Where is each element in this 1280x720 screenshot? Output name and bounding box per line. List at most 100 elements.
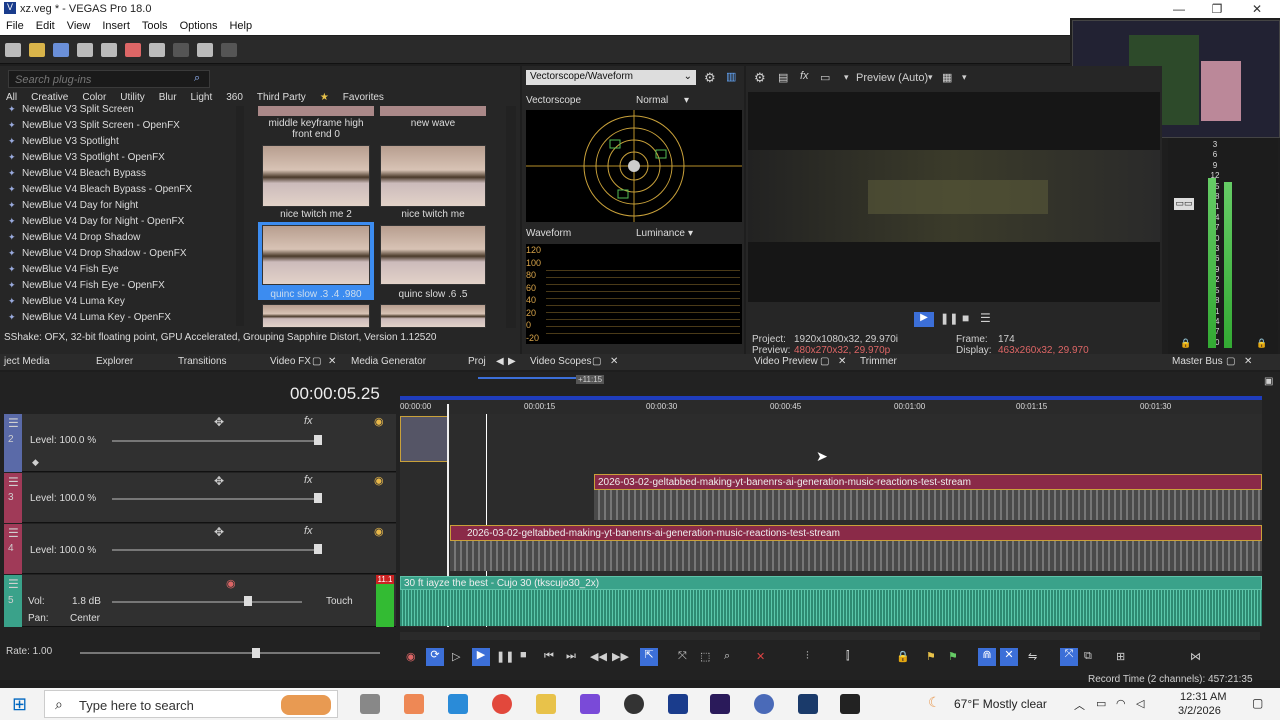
level-slider[interactable] [112,498,322,500]
list-item[interactable]: NewBlue V4 Day for Night - OpenFX [6,216,246,232]
list-item[interactable]: NewBlue V4 Drop Shadow - OpenFX [6,248,246,264]
tab-master-bus[interactable]: Master Bus [1172,356,1223,367]
preset-thumb[interactable] [258,106,374,116]
lock-icon[interactable]: 🔒 [1180,338,1191,349]
edge-icon[interactable] [448,694,468,714]
split-icon[interactable]: ⫶ [806,650,809,663]
auto-crossfade-icon[interactable]: ✕ [1000,648,1018,666]
ignore-grouping-icon[interactable]: ⧉ [1084,650,1092,663]
list-item[interactable]: NewBlue V3 Split Screen - OpenFX [6,120,246,136]
list-item[interactable]: NewBlue V3 Split Screen [6,104,246,120]
copy-icon[interactable] [149,43,165,57]
taskbar-search[interactable]: ⌕ Type here to search [44,690,338,718]
track-menu-icon[interactable]: ☰ [8,577,19,591]
maximize-icon[interactable]: ❐ [1210,2,1224,16]
level-slider[interactable] [112,549,322,551]
track-solo-icon[interactable]: ◉ [374,474,384,487]
network-icon[interactable]: ▭ [1096,697,1106,710]
video-clip-body[interactable] [450,541,1262,571]
grid-icon[interactable]: ▦ [942,71,952,84]
lock-envelopes-icon[interactable]: ⤧ [1060,648,1078,666]
new-icon[interactable] [5,43,21,57]
close-tab-icon[interactable]: ✕ [1244,356,1252,367]
video-clip-body[interactable] [594,490,1262,520]
vectorscope-mode[interactable]: Normal [636,95,668,106]
record-arm-icon[interactable]: ◉ [226,577,236,590]
tab-media-generator[interactable]: Media Generator [351,356,426,367]
pause-button[interactable]: ❚❚ [940,312,958,325]
menu-file[interactable]: File [0,18,30,32]
wifi-icon[interactable]: ◠ [1116,697,1126,710]
list-item[interactable]: NewBlue V4 Fish Eye - OpenFX [6,280,246,296]
menu-icon[interactable]: ☰ [980,311,991,325]
region-icon[interactable]: ⚑ [948,650,958,663]
prev-frame-icon[interactable]: ◀◀ [590,650,607,663]
tab-project[interactable]: Proj [468,356,486,367]
dock-icon[interactable]: ▢ [312,356,321,367]
track-fx-icon[interactable]: fx [304,525,313,537]
cut-icon[interactable] [125,43,141,57]
level-slider-knob[interactable] [314,493,322,503]
after-effects-icon[interactable] [710,694,730,714]
list-item[interactable]: NewBlue V4 Bleach Bypass - OpenFX [6,184,246,200]
gear-icon[interactable]: ⚙ [754,70,766,86]
stop-button[interactable]: ■ [962,311,969,325]
paste-icon[interactable] [173,43,189,57]
menu-edit[interactable]: Edit [30,18,61,32]
clock-date[interactable]: 3/2/2026 [1178,705,1221,717]
track-motion-icon[interactable]: ✥ [214,474,224,488]
menu-insert[interactable]: Insert [96,18,136,32]
plugin-list-scrollbar[interactable] [236,106,244,326]
tab-360[interactable]: 360 [226,92,243,103]
loop-region[interactable] [478,377,578,379]
search-icon[interactable]: ⌕ [194,72,200,85]
save-icon[interactable] [53,43,69,57]
delete-icon[interactable]: ✕ [756,650,765,663]
dock-icon[interactable]: ▢ [1226,356,1235,367]
tab-creative[interactable]: Creative [31,92,68,103]
play-icon[interactable]: ▶ [472,648,490,666]
list-item[interactable]: NewBlue V4 Luma Key [6,296,246,312]
dock-icon[interactable]: ▢ [820,356,829,367]
expand-icon[interactable]: ▣ [1264,376,1273,387]
envelope-tool-icon[interactable]: ⤧ [678,650,687,663]
audio-waveform[interactable] [400,590,1262,626]
normal-edit-tool-icon[interactable]: ⇱ [640,648,658,666]
play-from-start-icon[interactable]: ▷ [452,650,460,663]
record-icon[interactable]: ◉ [406,650,416,663]
track-fx-icon[interactable]: fx [304,474,313,486]
zoom-tool-icon[interactable]: ⌕ [724,650,730,663]
scope-settings-icon[interactable]: ▥ [726,70,736,83]
tab-all[interactable]: All [6,92,17,103]
capcut-icon[interactable] [840,694,860,714]
close-tab-icon[interactable]: ✕ [610,356,618,367]
dock-icon[interactable]: ▢ [592,356,601,367]
list-item[interactable]: NewBlue V4 Luma Key - OpenFX [6,312,246,328]
scroll-tabs-right-icon[interactable]: ▶ [508,356,516,367]
tab-third-party[interactable]: Third Party [257,92,306,103]
notifications-icon[interactable]: ▢ [1252,696,1263,710]
task-view-icon[interactable] [360,694,380,714]
tab-favorites[interactable]: Favorites [343,92,384,103]
redo-icon[interactable] [221,43,237,57]
track-motion-icon[interactable]: ✥ [214,415,224,429]
lock-icon[interactable]: 🔒 [1256,338,1267,349]
video-clip-title[interactable]: 2026-03-02-geltabbed-making-yt-banenrs-a… [594,474,1262,490]
track-solo-icon[interactable]: ◉ [374,525,384,538]
chrome-icon[interactable] [492,694,512,714]
windows-start-icon[interactable]: ⊞ [12,694,27,715]
list-item[interactable]: NewBlue V3 Spotlight [6,136,246,152]
open-icon[interactable] [29,43,45,57]
timeline-ruler[interactable]: 00:00:00 00:00:15 00:00:30 00:00:45 00:0… [400,400,1262,414]
clock-time[interactable]: 12:31 AM [1180,691,1226,703]
tab-explorer[interactable]: Explorer [96,356,133,367]
play-button[interactable]: ▶ [914,312,934,327]
weather-text[interactable]: 67°F Mostly clear [954,697,1047,711]
close-icon[interactable]: ✕ [1250,2,1264,16]
undo-icon[interactable] [197,43,213,57]
preset-thumb[interactable] [380,304,486,328]
list-item[interactable]: NewBlue V3 Spotlight - OpenFX [6,152,246,168]
menu-help[interactable]: Help [223,18,258,32]
preset-thumb[interactable] [380,225,486,285]
tab-trimmer[interactable]: Trimmer [860,356,897,367]
